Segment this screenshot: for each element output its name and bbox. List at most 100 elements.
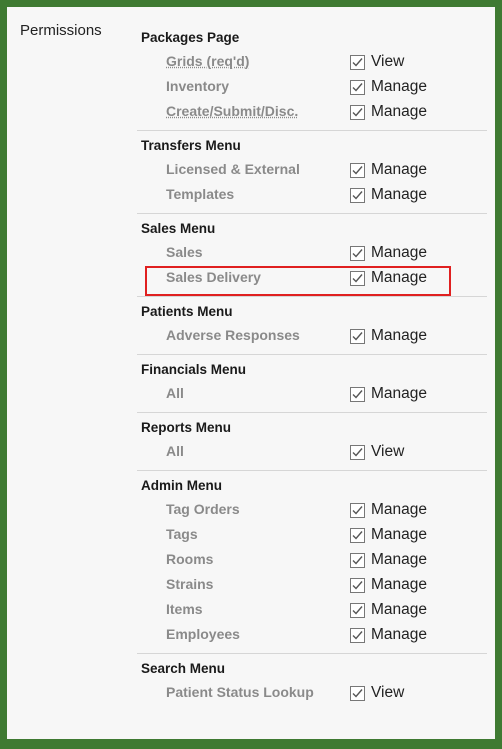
- permission-checkbox[interactable]: [350, 163, 365, 178]
- permission-label: Inventory: [166, 78, 230, 94]
- permission-action-label[interactable]: Manage: [371, 622, 427, 647]
- permission-checkbox[interactable]: [350, 628, 365, 643]
- permission-checkbox[interactable]: [350, 105, 365, 120]
- permission-section: Admin Menu Tag Orders Manage Tags Manage Room…: [137, 471, 487, 654]
- checkmark-icon: [352, 606, 363, 615]
- permission-row: Employees Manage: [137, 622, 487, 647]
- permission-action-label[interactable]: Manage: [371, 157, 427, 182]
- permission-section: Reports Menu All View: [137, 413, 487, 471]
- permission-row: Create/Submit/Disc. Manage: [137, 99, 487, 124]
- permission-label: Templates: [166, 186, 235, 202]
- permission-checkbox[interactable]: [350, 387, 365, 402]
- checkmark-icon: [352, 631, 363, 640]
- permission-label: Create/Submit/Disc.: [166, 103, 299, 119]
- permissions-label: Permissions: [20, 22, 102, 39]
- section-title: Financials Menu: [141, 362, 247, 377]
- permission-label: Employees: [166, 626, 240, 642]
- permission-action-label[interactable]: Manage: [371, 547, 427, 572]
- permission-checkbox[interactable]: [350, 686, 365, 701]
- permission-checkbox[interactable]: [350, 503, 365, 518]
- permission-checkbox[interactable]: [350, 445, 365, 460]
- checkmark-icon: [352, 58, 363, 67]
- section-title: Packages Page: [141, 30, 240, 45]
- permission-section: Patients Menu Adverse Responses Manage: [137, 297, 487, 355]
- permission-checkbox[interactable]: [350, 271, 365, 286]
- permission-label: Sales: [166, 244, 203, 260]
- permission-action-label[interactable]: View: [371, 680, 404, 705]
- permission-action-label[interactable]: Manage: [371, 381, 427, 406]
- checkmark-icon: [352, 108, 363, 117]
- checkmark-icon: [352, 689, 363, 698]
- permission-row: All Manage: [137, 381, 487, 406]
- permission-action-label[interactable]: Manage: [371, 572, 427, 597]
- checkmark-icon: [352, 390, 363, 399]
- permission-checkbox[interactable]: [350, 80, 365, 95]
- section-title: Sales Menu: [141, 221, 216, 236]
- permission-action-label[interactable]: Manage: [371, 522, 427, 547]
- permission-action-label[interactable]: Manage: [371, 182, 427, 207]
- permission-action-label[interactable]: View: [371, 49, 404, 74]
- permission-row: Grids (req'd) View: [137, 49, 487, 74]
- permission-action-label[interactable]: Manage: [371, 323, 427, 348]
- permission-action-label[interactable]: Manage: [371, 99, 427, 124]
- permission-section: Packages Page Grids (req'd) View Inventory M…: [137, 23, 487, 131]
- section-title: Reports Menu: [141, 420, 232, 435]
- permission-checkbox[interactable]: [350, 578, 365, 593]
- permission-label: Items: [166, 601, 203, 617]
- permission-checkbox[interactable]: [350, 55, 365, 70]
- checkmark-icon: [352, 249, 363, 258]
- permission-action-label[interactable]: View: [371, 439, 404, 464]
- permission-label: Rooms: [166, 551, 214, 567]
- checkmark-icon: [352, 581, 363, 590]
- permission-label: Grids (req'd): [166, 53, 250, 69]
- checkmark-icon: [352, 531, 363, 540]
- permission-action-label[interactable]: Manage: [371, 74, 427, 99]
- permission-action-label[interactable]: Manage: [371, 265, 427, 290]
- permission-sections: Packages Page Grids (req'd) View Inventory M…: [137, 23, 487, 711]
- permission-row: Rooms Manage: [137, 547, 487, 572]
- permission-row: Tag Orders Manage: [137, 497, 487, 522]
- checkmark-icon: [352, 166, 363, 175]
- permissions-panel: Permissions Packages Page Grids (req'd) Vi…: [7, 7, 495, 739]
- permission-label: Patient Status Lookup: [166, 684, 314, 700]
- section-title: Patients Menu: [141, 304, 233, 319]
- permission-label: Tags: [166, 526, 198, 542]
- section-title: Search Menu: [141, 661, 226, 676]
- permission-checkbox[interactable]: [350, 329, 365, 344]
- permission-row: Items Manage: [137, 597, 487, 622]
- permission-checkbox[interactable]: [350, 603, 365, 618]
- permission-action-label[interactable]: Manage: [371, 240, 427, 265]
- checkmark-icon: [352, 332, 363, 341]
- permission-label: Sales Delivery: [166, 269, 261, 285]
- permission-section: Financials Menu All Manage: [137, 355, 487, 413]
- permission-row: Sales Manage: [137, 240, 487, 265]
- permission-label: Strains: [166, 576, 214, 592]
- section-title: Transfers Menu: [141, 138, 241, 153]
- permission-label: All: [166, 443, 184, 459]
- permission-row: Inventory Manage: [137, 74, 487, 99]
- permission-checkbox[interactable]: [350, 246, 365, 261]
- permission-row: Strains Manage: [137, 572, 487, 597]
- permission-row: Adverse Responses Manage: [137, 323, 487, 348]
- permission-row: Templates Manage: [137, 182, 487, 207]
- permission-checkbox[interactable]: [350, 553, 365, 568]
- permission-row: Tags Manage: [137, 522, 487, 547]
- checkmark-icon: [352, 556, 363, 565]
- permission-section: Search Menu Patient Status Lookup View: [137, 654, 487, 711]
- permission-action-label[interactable]: Manage: [371, 597, 427, 622]
- permission-row: All View: [137, 439, 487, 464]
- permission-section: Sales Menu Sales Manage Sales Delivery Manag…: [137, 214, 487, 297]
- permission-label: Licensed & External: [166, 161, 300, 177]
- checkmark-icon: [352, 274, 363, 283]
- checkmark-icon: [352, 191, 363, 200]
- permission-label: All: [166, 385, 184, 401]
- permission-row: Sales Delivery Manage: [137, 265, 487, 290]
- permission-action-label[interactable]: Manage: [371, 497, 427, 522]
- permission-label: Tag Orders: [166, 501, 240, 517]
- checkmark-icon: [352, 506, 363, 515]
- permission-label: Adverse Responses: [166, 327, 300, 343]
- checkmark-icon: [352, 83, 363, 92]
- section-title: Admin Menu: [141, 478, 222, 493]
- permission-checkbox[interactable]: [350, 528, 365, 543]
- permission-checkbox[interactable]: [350, 188, 365, 203]
